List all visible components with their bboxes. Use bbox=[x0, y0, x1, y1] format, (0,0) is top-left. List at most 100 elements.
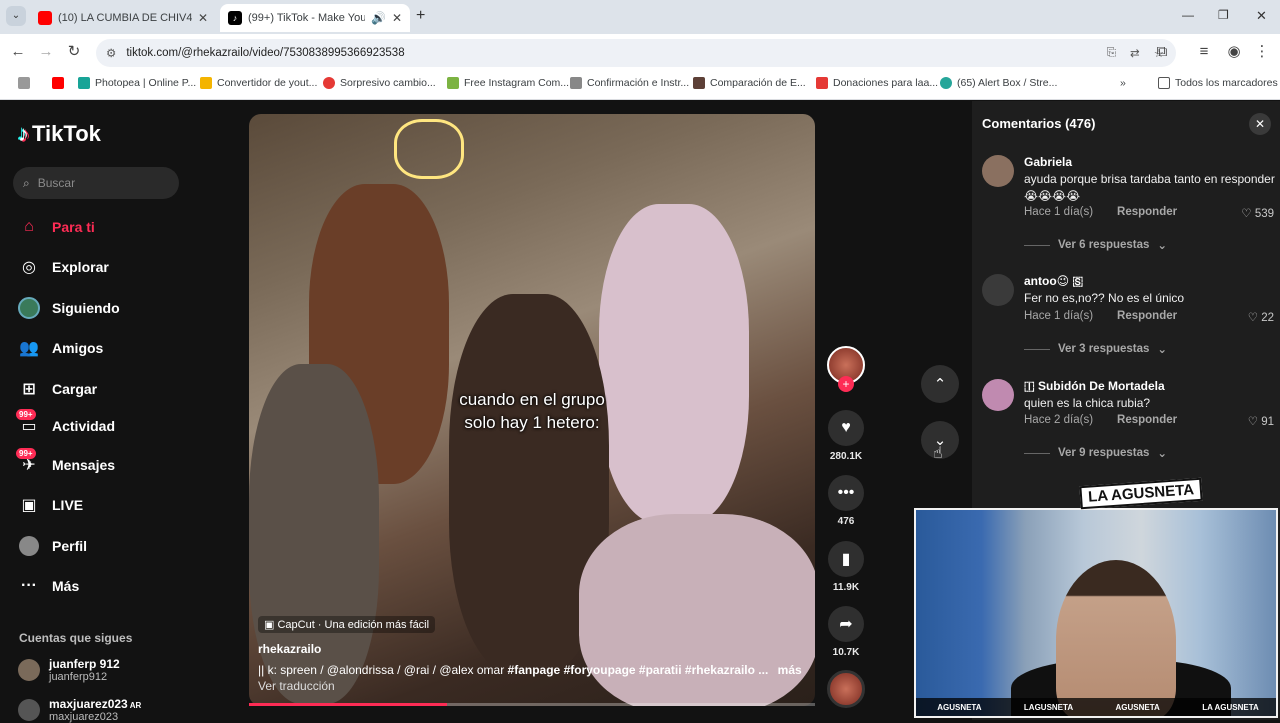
bookmark-item[interactable]: Free Instagram Com... bbox=[447, 77, 569, 89]
follow-plus-icon[interactable]: + bbox=[838, 376, 854, 392]
view-replies-button[interactable]: Ver 3 respuestas ⌄ bbox=[1024, 342, 1167, 356]
comment-time: Hace 2 día(s) bbox=[1024, 414, 1094, 426]
following-account[interactable]: maxjuarez023 AR maxjuarez023 bbox=[18, 697, 141, 723]
install-icon[interactable]: ⎘ bbox=[1107, 47, 1116, 60]
translate-icon[interactable]: ⇄ bbox=[1130, 46, 1140, 60]
reply-button[interactable]: Responder bbox=[1117, 414, 1177, 426]
media-icon[interactable]: ≡ bbox=[1194, 42, 1214, 62]
comment-time: Hace 1 día(s) bbox=[1024, 206, 1094, 218]
menu-icon[interactable]: ⋮ bbox=[1252, 42, 1272, 62]
nav-item-explorar[interactable]: ◎ Explorar bbox=[18, 252, 109, 282]
view-replies-button[interactable]: Ver 9 respuestas ⌄ bbox=[1024, 446, 1167, 460]
all-bookmarks[interactable]: Todos los marcadores bbox=[1158, 77, 1278, 89]
comment-like-button[interactable]: ♡ 22 bbox=[1248, 310, 1274, 324]
nav-item-perfil[interactable]: Perfil bbox=[18, 531, 87, 561]
minimize-icon[interactable]: — bbox=[1182, 8, 1194, 22]
restore-icon[interactable]: ❐ bbox=[1218, 8, 1229, 22]
comment-like-button[interactable]: ♡ 91 bbox=[1248, 414, 1274, 428]
address-bar[interactable]: ⚙ tiktok.com/@rhekazrailo/video/75308389… bbox=[96, 39, 1176, 67]
back-icon[interactable]: ← bbox=[8, 42, 28, 62]
nav-label: Explorar bbox=[52, 259, 109, 275]
translate-link[interactable]: Ver traducción bbox=[258, 679, 335, 693]
tab-search-button[interactable]: ⌄ bbox=[6, 6, 26, 26]
bookmark-item[interactable] bbox=[18, 77, 35, 89]
following-account[interactable]: juanferp 912 juanferp912 bbox=[18, 657, 120, 683]
folder-icon bbox=[1158, 77, 1170, 89]
close-tab-icon[interactable]: ✕ bbox=[198, 11, 208, 25]
comment-like-button[interactable]: ♡ 539 bbox=[1241, 206, 1274, 220]
bookmark-item[interactable] bbox=[52, 77, 69, 89]
comment-like-count: 539 bbox=[1254, 208, 1274, 220]
nav-item-amigos[interactable]: 👥 Amigos bbox=[18, 333, 103, 363]
reply-button[interactable]: Responder bbox=[1117, 310, 1177, 322]
compass-icon: ◎ bbox=[22, 259, 36, 276]
video-author[interactable]: rhekazrailo bbox=[258, 642, 321, 656]
comment-button[interactable]: ••• 476 bbox=[826, 475, 866, 527]
forward-icon[interactable]: → bbox=[36, 42, 56, 62]
save-button[interactable]: ▮ 11.9K bbox=[826, 541, 866, 593]
nav-item-mensajes[interactable]: ✈ 99+ Mensajes bbox=[16, 448, 115, 480]
more-icon: ··· bbox=[21, 577, 37, 594]
speaker-icon[interactable]: 🔊 bbox=[371, 11, 386, 25]
close-window-icon[interactable]: ✕ bbox=[1256, 8, 1267, 24]
photopea-icon bbox=[78, 77, 90, 89]
bookmarks-overflow-icon[interactable]: » bbox=[1120, 77, 1126, 89]
sound-avatar-button[interactable] bbox=[826, 670, 866, 708]
bookmark-item[interactable]: Confirmación e Instr... bbox=[570, 77, 689, 89]
video-progress-bar[interactable] bbox=[249, 703, 815, 706]
comment-text: ayuda porque brisa tardaba tanto en resp… bbox=[1024, 172, 1275, 203]
comment-meta: Hace 1 día(s) Responder bbox=[1024, 206, 1177, 218]
browser-tab-youtube[interactable]: (10) LA CUMBIA DE CHIV4S - M ✕ bbox=[30, 4, 216, 32]
nav-item-para-ti[interactable]: ⌂ Para ti bbox=[18, 212, 95, 242]
avatar[interactable] bbox=[982, 379, 1014, 411]
video-caption: cuando en el grupo solo hay 1 hetero: bbox=[437, 388, 627, 434]
search-input[interactable]: ⌕ Buscar bbox=[13, 167, 179, 199]
bookmark-item[interactable]: Donaciones para laa... bbox=[816, 77, 938, 89]
avatar bbox=[18, 699, 40, 721]
more-link[interactable]: más bbox=[778, 663, 802, 677]
share-icon: ➦ bbox=[828, 606, 864, 642]
neon-sign bbox=[394, 119, 464, 179]
capcut-badge[interactable]: ▣ CapCut · Una edición más fácil bbox=[258, 616, 436, 633]
bookmark-label: Sorpresivo cambio... bbox=[340, 77, 436, 89]
webcam-overlay: AGUSNETA LAGUSNETA AGUSNETA LA AGUSNETA bbox=[914, 508, 1278, 718]
nav-item-cargar[interactable]: ⊞ Cargar bbox=[18, 374, 97, 404]
comment-username[interactable]: Gabriela bbox=[1024, 155, 1072, 169]
bookmark-item[interactable]: (65) Alert Box / Stre... bbox=[940, 77, 1057, 89]
site-info-icon[interactable]: ⚙ bbox=[106, 46, 116, 60]
comment-username[interactable]: 🇮 Subidón De Mortadela bbox=[1024, 379, 1165, 394]
bookmark-label: Donaciones para laa... bbox=[833, 77, 939, 89]
view-replies-label: Ver 3 respuestas bbox=[1058, 343, 1150, 355]
new-tab-button[interactable]: + bbox=[416, 7, 425, 25]
browser-tab-tiktok[interactable]: ♪ (99+) TikTok - Make Your Da 🔊 ✕ bbox=[220, 4, 410, 32]
bookmark-item[interactable]: Convertidor de yout... bbox=[200, 77, 317, 89]
close-tab-icon[interactable]: ✕ bbox=[392, 11, 402, 25]
nav-item-siguiendo[interactable]: Siguiendo bbox=[18, 293, 120, 323]
avatar[interactable] bbox=[982, 155, 1014, 187]
nav-item-actividad[interactable]: ▭ 99+ Actividad bbox=[16, 409, 115, 441]
avatar[interactable] bbox=[982, 274, 1014, 306]
folder-icon bbox=[200, 77, 212, 89]
reload-icon[interactable]: ↻ bbox=[64, 42, 84, 62]
extensions-icon[interactable]: ⧉ bbox=[1152, 42, 1172, 62]
profile-icon[interactable]: ◉ bbox=[1224, 42, 1244, 62]
hashtags[interactable]: #fanpage #foryoupage #paratii #rhekazrai… bbox=[508, 663, 769, 677]
tiktok-logo[interactable]: ♪ TikTok bbox=[18, 121, 101, 147]
comment-username[interactable]: antoo😉 🇸 bbox=[1024, 274, 1083, 289]
creator-avatar-button[interactable]: + bbox=[826, 346, 866, 392]
close-comments-icon[interactable]: ✕ bbox=[1249, 113, 1271, 135]
nav-item-mas[interactable]: ··· Más bbox=[18, 571, 79, 601]
home-icon: ⌂ bbox=[24, 218, 34, 235]
like-button[interactable]: ♥ 280.1K bbox=[826, 410, 866, 462]
previous-video-button[interactable]: ⌃ bbox=[921, 365, 959, 403]
bookmark-item[interactable]: Comparación de E... bbox=[693, 77, 806, 89]
youtube-favicon-icon bbox=[38, 11, 52, 25]
view-replies-button[interactable]: Ver 6 respuestas ⌄ bbox=[1024, 238, 1167, 252]
share-button[interactable]: ➦ 10.7K bbox=[826, 606, 866, 658]
reply-button[interactable]: Responder bbox=[1117, 206, 1177, 218]
bookmark-item[interactable]: Sorpresivo cambio... bbox=[323, 77, 436, 89]
comment-text: Fer no es,no?? No es el único bbox=[1024, 291, 1185, 305]
bookmark-item[interactable]: Photopea | Online P... bbox=[78, 77, 196, 89]
video-scene bbox=[599, 204, 749, 524]
nav-item-live[interactable]: ▣ LIVE bbox=[18, 490, 83, 520]
